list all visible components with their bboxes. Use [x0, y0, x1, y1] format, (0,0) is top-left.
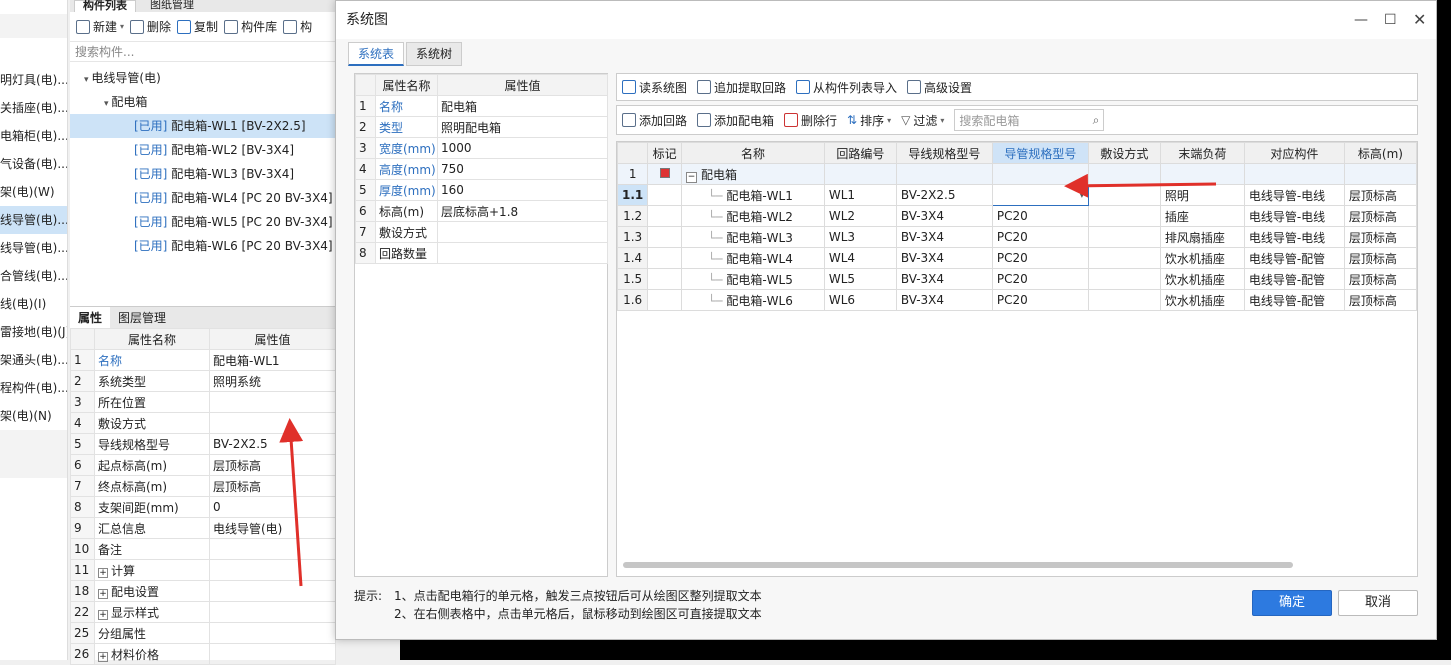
- arrow-to-conduit-cell: [1064, 173, 1217, 198]
- arrow-to-location-cell: [279, 418, 304, 587]
- annotation-arrows: [279, 173, 1217, 587]
